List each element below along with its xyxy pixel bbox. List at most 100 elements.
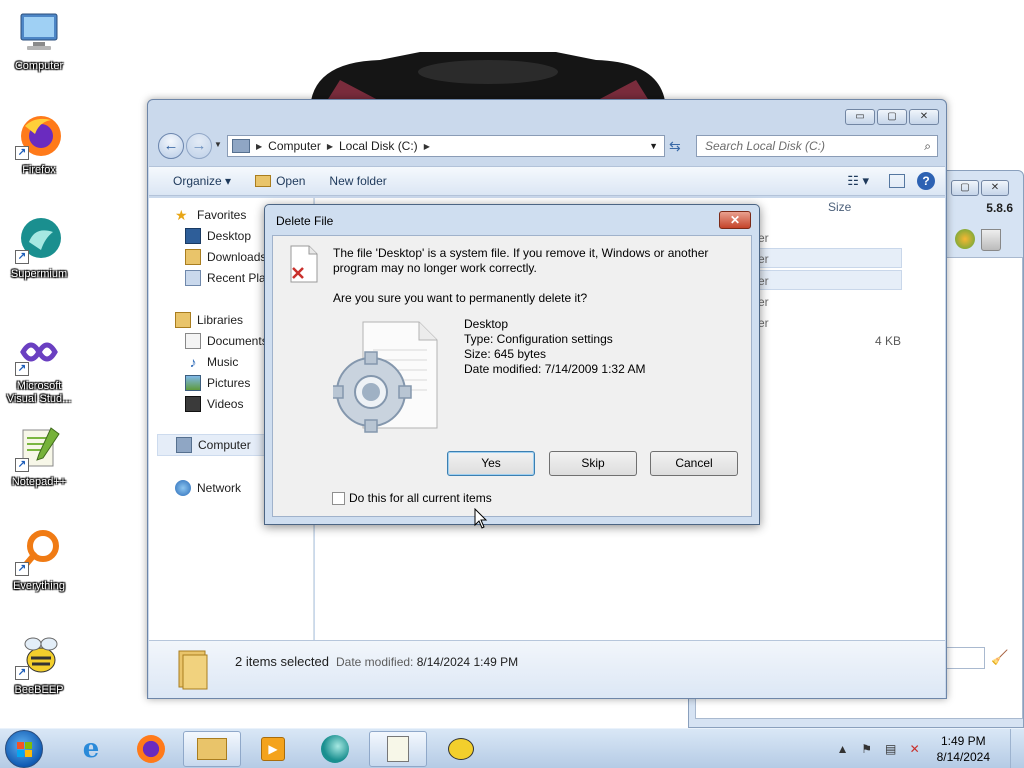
firefox-icon: [137, 735, 165, 763]
volume-muted-icon[interactable]: ✕: [907, 741, 923, 757]
desktop-icon-everything[interactable]: ↗ Everything: [2, 528, 76, 593]
nav-documents[interactable]: Documents: [185, 333, 268, 349]
address-dropdown-icon[interactable]: ▼: [649, 141, 664, 151]
nav-pictures[interactable]: Pictures: [185, 375, 250, 391]
taskbar-notepadpp[interactable]: [369, 731, 427, 767]
search-input[interactable]: Search Local Disk (C:) ⌕: [696, 135, 938, 157]
nav-network[interactable]: Network: [175, 480, 241, 496]
desktop-icon-computer[interactable]: Computer: [2, 8, 76, 73]
change-view-icon[interactable]: ☷ ▾: [847, 173, 877, 189]
firefox-icon: ↗: [15, 112, 63, 160]
shortcut-arrow-icon: ↗: [15, 458, 29, 472]
dialog-question: Are you sure you want to permanently del…: [333, 291, 588, 305]
minimize-button[interactable]: ▭: [845, 109, 875, 125]
media-player-icon: ▶: [261, 737, 285, 761]
desktop-icon-label: Everything: [13, 580, 65, 592]
desktop-icon-visual-studio[interactable]: ↗ Microsoft Visual Stud...: [2, 328, 76, 406]
column-header-size[interactable]: Size: [828, 200, 851, 214]
folder-open-icon: [255, 175, 272, 187]
nav-label: Videos: [207, 397, 244, 411]
windows-logo-icon: [17, 742, 32, 757]
desktop-icon-beebeep[interactable]: ↗ BeeBEEP: [2, 632, 76, 697]
apply-all-label: Do this for all current items: [349, 491, 492, 505]
back-button[interactable]: ←: [158, 133, 184, 159]
notepadpp-icon: [387, 736, 409, 762]
help-icon[interactable]: ?: [917, 172, 935, 190]
breadcrumb-separator-icon: ▶: [423, 141, 430, 151]
taskbar-internet-explorer[interactable]: e: [62, 731, 120, 767]
selected-row[interactable]: [748, 248, 902, 268]
preview-pane-icon[interactable]: [889, 174, 905, 188]
nav-recent-places[interactable]: Recent Plac: [185, 270, 272, 286]
nav-label: Computer: [198, 438, 251, 452]
maximize-button[interactable]: ▢: [877, 109, 907, 125]
breadcrumb-computer[interactable]: Computer: [262, 139, 327, 153]
taskbar-beebeep[interactable]: [432, 731, 490, 767]
taskbar-firefox[interactable]: [122, 731, 180, 767]
open-label: Open: [276, 174, 306, 188]
taskbar-supermium[interactable]: [306, 731, 364, 767]
nav-videos[interactable]: Videos: [185, 396, 243, 412]
app-icon[interactable]: [955, 229, 975, 249]
taskbar-media-player[interactable]: ▶: [244, 731, 302, 767]
address-bar[interactable]: ▶ Computer ▶ Local Disk (C:) ▶ ▼: [227, 135, 665, 157]
nav-libraries[interactable]: Libraries: [175, 312, 243, 328]
address-row: ← → ▼ ▶ Computer ▶ Local Disk (C:) ▶ ▼ ⇆…: [156, 132, 938, 160]
refresh-icon[interactable]: ⇆: [669, 138, 681, 155]
nav-music[interactable]: ♪ Music: [185, 354, 239, 370]
start-button[interactable]: [5, 730, 43, 768]
recent-places-icon: [185, 270, 201, 286]
folder-icon: [197, 738, 227, 760]
arrow-left-icon: ←: [163, 137, 179, 154]
taskbar-windows-explorer[interactable]: [183, 731, 241, 767]
new-folder-button[interactable]: New folder: [317, 174, 398, 188]
clock[interactable]: 1:49 PM 8/14/2024: [927, 733, 1010, 765]
network-icon: [175, 480, 191, 496]
apply-all-checkbox[interactable]: [332, 491, 345, 505]
search-placeholder: Search Local Disk (C:): [705, 139, 826, 153]
recent-pages-chevron-icon[interactable]: ▼: [214, 140, 222, 149]
desktop-icon-supermium[interactable]: ↗ Supermium: [2, 216, 76, 281]
show-hidden-icons-icon[interactable]: ▲: [835, 741, 851, 757]
show-desktop-button[interactable]: [1010, 729, 1024, 768]
nav-desktop[interactable]: Desktop: [185, 228, 251, 244]
yes-button[interactable]: Yes: [447, 451, 535, 476]
close-button[interactable]: ✕: [981, 180, 1009, 196]
computer-icon: [15, 8, 63, 56]
desktop-icon: [185, 228, 201, 244]
open-button[interactable]: Open: [243, 174, 317, 188]
documents-icon: [185, 333, 201, 349]
file-modified: Date modified: 7/14/2009 1:32 AM: [464, 362, 646, 376]
shortcut-arrow-icon: ↗: [15, 362, 29, 376]
cancel-button[interactable]: Cancel: [650, 451, 738, 476]
forward-button[interactable]: →: [186, 133, 212, 159]
clock-date: 8/14/2024: [936, 750, 990, 764]
apply-all-checkbox-row[interactable]: Do this for all current items: [332, 491, 492, 505]
action-center-flag-icon[interactable]: ⚑: [859, 741, 875, 757]
close-button[interactable]: ✕: [909, 109, 939, 125]
nav-favorites[interactable]: ★ Favorites: [175, 207, 246, 223]
selected-row[interactable]: [748, 270, 902, 290]
organize-button[interactable]: Organize ▾: [161, 174, 243, 188]
dialog-close-button[interactable]: ✕: [719, 211, 751, 229]
desktop-icon-firefox[interactable]: ↗ Firefox: [2, 112, 76, 177]
nav-label: Network: [197, 481, 242, 495]
nav-downloads[interactable]: Downloads: [185, 249, 266, 265]
broom-icon[interactable]: 🧹: [991, 649, 1008, 666]
maximize-button[interactable]: ▢: [951, 180, 979, 196]
delete-file-dialog[interactable]: Delete File ✕ The file 'Desktop' is a sy…: [264, 204, 760, 525]
command-bar: Organize ▾ Open New folder ☷ ▾ ?: [149, 166, 945, 196]
beebeep-icon: [448, 738, 474, 760]
breadcrumb-local-disk[interactable]: Local Disk (C:): [333, 139, 424, 153]
skip-button[interactable]: Skip: [549, 451, 637, 476]
desktop-icon-label: Firefox: [22, 164, 56, 176]
desktop-icon-notepadpp[interactable]: ↗ Notepad++: [2, 424, 76, 489]
trash-icon[interactable]: [981, 229, 1001, 251]
nav-label: Documents: [207, 334, 268, 348]
visual-studio-icon: ↗: [15, 328, 63, 376]
mouse-cursor-icon: [474, 508, 488, 529]
computer-icon: [232, 139, 250, 153]
network-icon[interactable]: ▤: [883, 741, 899, 757]
search-icon[interactable]: ⌕: [924, 136, 931, 156]
file-info: Desktop Type: Configuration settings Siz…: [464, 317, 645, 377]
